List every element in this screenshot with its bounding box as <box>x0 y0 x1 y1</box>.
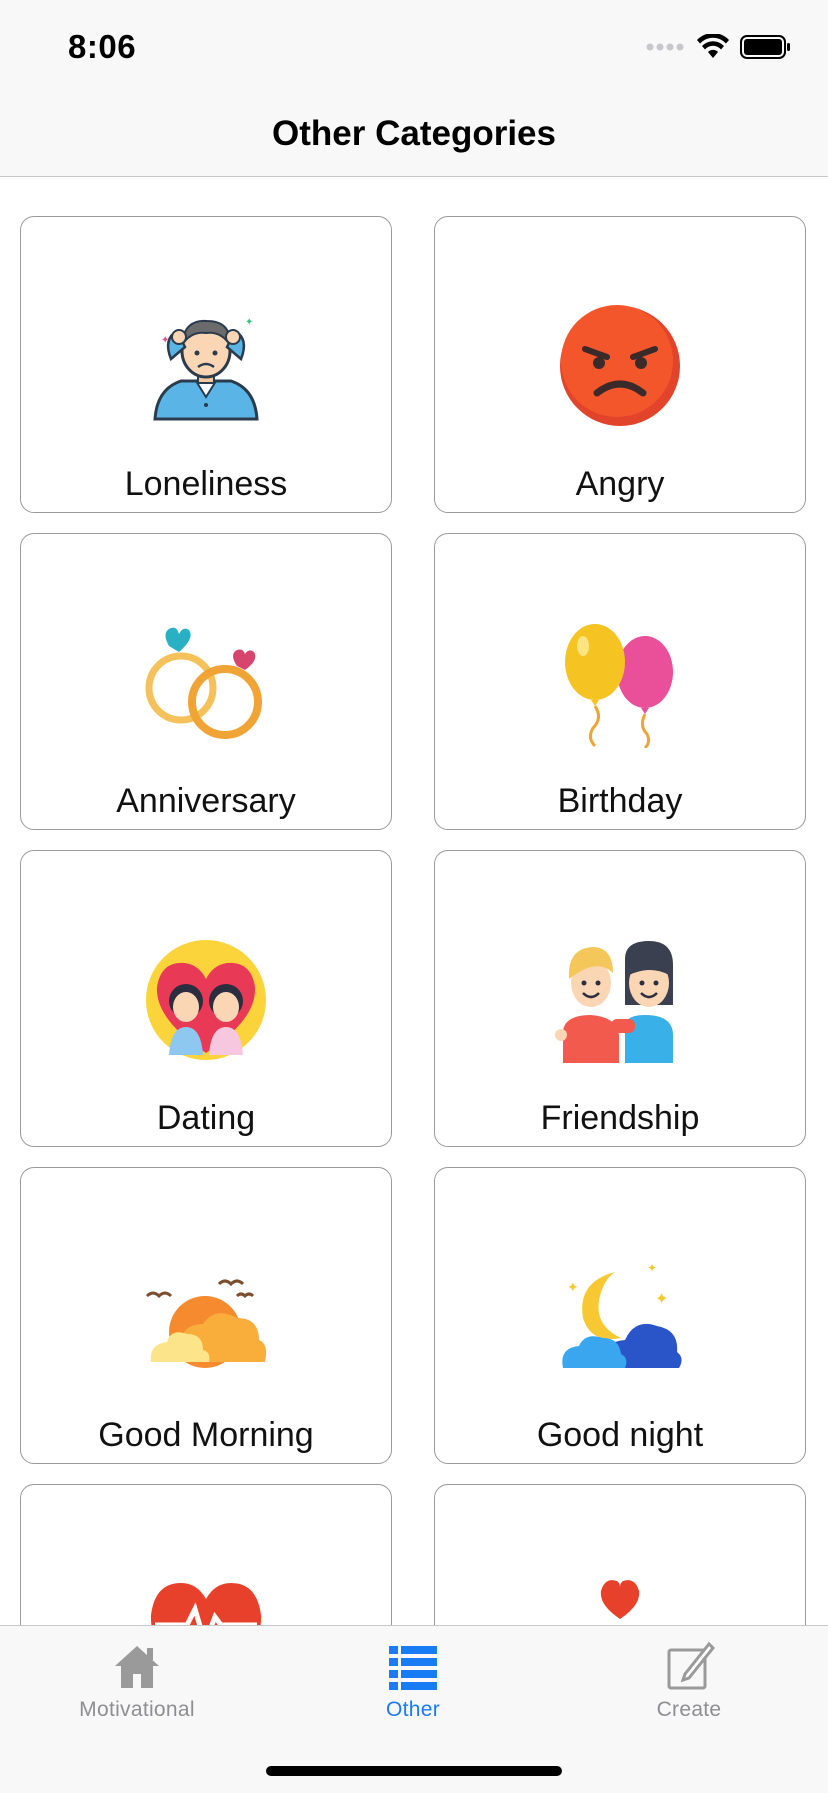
category-card-love-couple[interactable] <box>434 1484 806 1625</box>
category-label: Loneliness <box>124 465 288 503</box>
category-card-heartbeat[interactable] <box>20 1484 392 1625</box>
battery-icon <box>740 35 790 59</box>
heartbeat-icon <box>150 1583 262 1625</box>
category-grid-scroll[interactable]: ✦ ✦ Loneliness Angry Anniversary Birthda… <box>0 177 828 1625</box>
signal-icon <box>646 43 684 51</box>
status-icons <box>646 34 792 60</box>
tab-label: Other <box>385 1698 441 1721</box>
category-label: Angry <box>575 465 665 503</box>
category-label: Anniversary <box>116 782 296 820</box>
category-label: Friendship <box>540 1099 700 1137</box>
angry-face-icon <box>560 305 680 426</box>
tab-motivational[interactable]: Motivational <box>37 1638 237 1722</box>
tab-label: Motivational <box>79 1698 195 1721</box>
navigation-bar: Other Categories <box>0 100 828 177</box>
tab-other[interactable]: Other <box>313 1638 513 1722</box>
category-card-good-night[interactable]: ✦ ✦ ✦ Good night <box>434 1167 806 1464</box>
category-card-angry[interactable]: Angry <box>434 216 806 513</box>
svg-text:✦: ✦ <box>647 1261 657 1275</box>
category-label: Dating <box>156 1099 256 1137</box>
couple-heart-icon <box>146 940 266 1060</box>
category-card-birthday[interactable]: Birthday <box>434 533 806 830</box>
wedding-rings-icon <box>145 627 262 739</box>
stressed-man-icon: ✦ ✦ <box>153 317 259 421</box>
category-card-loneliness[interactable]: ✦ ✦ Loneliness <box>20 216 392 513</box>
list-icon <box>389 1646 437 1690</box>
sunrise-icon <box>145 1279 267 1368</box>
category-label: Good night <box>536 1416 704 1454</box>
moon-cloud-icon: ✦ ✦ ✦ <box>562 1261 682 1368</box>
category-card-friendship[interactable]: Friendship <box>434 850 806 1147</box>
category-grid: ✦ ✦ Loneliness Angry Anniversary Birthda… <box>20 216 808 1625</box>
tab-create[interactable]: Create <box>589 1638 789 1722</box>
status-time: 8:06 <box>68 28 137 65</box>
compose-icon <box>667 1641 716 1690</box>
category-label: Birthday <box>557 782 683 820</box>
svg-text:✦: ✦ <box>655 1291 668 1308</box>
category-card-good-morning[interactable]: Good Morning <box>20 1167 392 1464</box>
home-icon <box>115 1646 159 1688</box>
home-indicator <box>266 1766 562 1776</box>
status-bar: 8:06 <box>0 0 828 100</box>
friends-icon <box>555 941 673 1063</box>
category-label: Good Morning <box>98 1416 314 1454</box>
category-card-dating[interactable]: Dating <box>20 850 392 1147</box>
love-couple-icon <box>600 1580 640 1619</box>
wifi-icon <box>697 34 729 58</box>
svg-text:✦: ✦ <box>567 1279 579 1295</box>
category-card-anniversary[interactable]: Anniversary <box>20 533 392 830</box>
svg-text:✦: ✦ <box>161 335 169 346</box>
svg-text:✦: ✦ <box>245 317 253 328</box>
balloons-icon <box>565 624 673 748</box>
page-title: Other Categories <box>272 114 556 153</box>
tab-label: Create <box>656 1698 722 1721</box>
